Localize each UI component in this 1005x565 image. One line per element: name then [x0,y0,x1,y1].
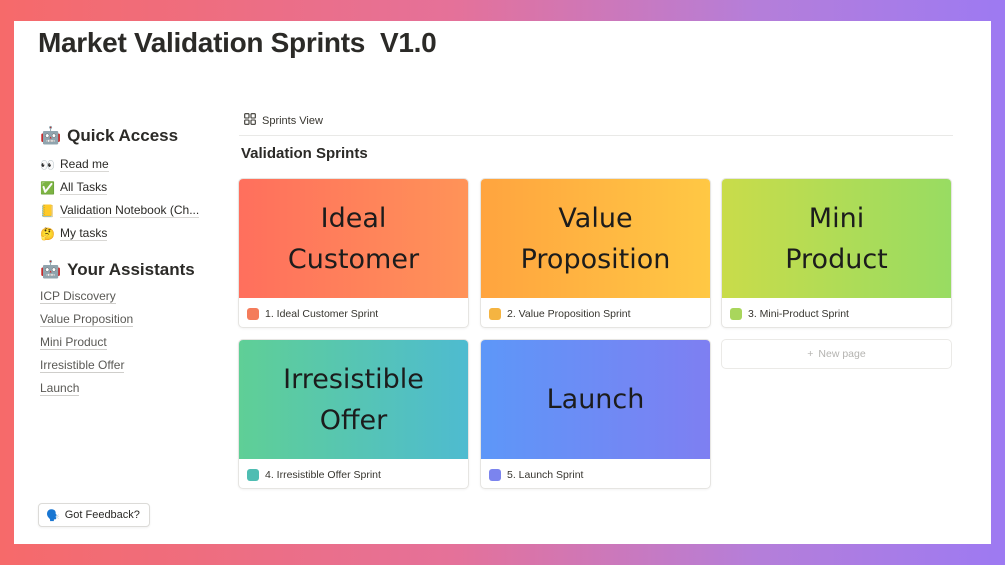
speaking-head-icon: 🗣️ [46,509,60,522]
card-cover: Mini Product [722,179,951,298]
grid-icon [244,113,256,128]
quick-access-item-read-me[interactable]: 👀 Read me [40,153,220,176]
cover-text-line1: Launch [546,384,645,415]
assistant-link-label[interactable]: Launch [40,381,80,396]
card-cover: Irresistible Offer [239,340,468,459]
quick-access-item-validation-notebook[interactable]: 📒 Validation Notebook (Ch... [40,199,220,222]
page-icon [247,468,259,481]
card-footer: 1. Ideal Customer Sprint [239,298,468,327]
page-icon [730,307,742,320]
tab-label: Sprints View [262,114,323,127]
quick-access-label: Quick Access [67,126,179,145]
assistant-link-launch[interactable]: Launch [40,377,220,400]
card-title: 4. Irresistible Offer Sprint [265,468,381,481]
thinking-face-icon: 🤔 [40,226,55,241]
assistant-link-label[interactable]: ICP Discovery [40,289,116,304]
new-page-label: New page [818,348,866,360]
page-icon [247,307,259,320]
card-cover: Value Proposition [481,179,710,298]
card-title: 5. Launch Sprint [507,468,584,481]
quick-access-item-label[interactable]: My tasks [60,226,108,241]
assistant-link-icp-discovery[interactable]: ICP Discovery [40,285,220,308]
card-title: 2. Value Proposition Sprint [507,307,631,320]
robot-icon: 🤖 [40,126,62,145]
card-footer: 4. Irresistible Offer Sprint [239,459,468,488]
check-mark-icon: ✅ [40,180,55,195]
quick-access-item-label[interactable]: All Tasks [60,180,108,195]
gallery-card-mini-product[interactable]: Mini Product 3. Mini-Product Sprint [721,178,952,328]
notebook-icon: 📒 [40,203,55,218]
card-footer: 3. Mini-Product Sprint [722,298,951,327]
assistant-link-irresistible-offer[interactable]: Irresistible Offer [40,354,220,377]
feedback-button[interactable]: 🗣️ Got Feedback? [38,503,150,527]
divider [239,135,953,136]
card-cover: Launch [481,340,710,459]
plus-icon: + [807,348,814,360]
assistants-heading: 🤖 Your Assistants [40,259,220,281]
cover-text-line2: Product [785,243,888,275]
page-icon [489,307,501,320]
quick-access-item-my-tasks[interactable]: 🤔 My tasks [40,222,220,245]
cover-text-line2: Customer [287,243,420,275]
card-footer: 5. Launch Sprint [481,459,710,488]
card-title: 3. Mini-Product Sprint [748,307,849,320]
cover-text-line1: Value [558,202,633,234]
notion-page: Market Validation Sprints V1.0 🤖 Quick A… [14,21,991,544]
assistant-link-label[interactable]: Irresistible Offer [40,358,125,373]
gallery-card-ideal-customer[interactable]: Ideal Customer 1. Ideal Customer Sprint [238,178,469,328]
tab-sprints-view[interactable]: Sprints View [244,113,323,128]
gallery-card-irresistible-offer[interactable]: Irresistible Offer 4. Irresistible Offer … [238,339,469,489]
cover-text-line1: Mini [808,202,865,234]
card-title: 1. Ideal Customer Sprint [265,307,379,320]
assistant-link-value-proposition[interactable]: Value Proposition [40,308,220,331]
cover-text-line2: Proposition [520,243,671,275]
assistants-list: ICP Discovery Value Proposition Mini Pro… [40,285,220,400]
quick-access-heading: 🤖 Quick Access [40,125,220,147]
assistants-label: Your Assistants [67,260,195,279]
gallery-title: Validation Sprints [241,145,368,162]
cover-text-line1: Irresistible [283,363,424,395]
page-title: Market Validation Sprints V1.0 [38,27,437,58]
sidebar: 🤖 Quick Access 👀 Read me ✅ All Tasks 📒 V… [40,125,220,400]
quick-access-item-all-tasks[interactable]: ✅ All Tasks [40,176,220,199]
eyes-icon: 👀 [40,157,55,172]
assistant-link-mini-product[interactable]: Mini Product [40,331,220,354]
card-footer: 2. Value Proposition Sprint [481,298,710,327]
cover-text-line1: Ideal [320,202,387,234]
assistant-link-label[interactable]: Value Proposition [40,312,134,327]
assistant-link-label[interactable]: Mini Product [40,335,107,350]
quick-access-item-label[interactable]: Validation Notebook (Ch... [60,203,200,218]
card-cover: Ideal Customer [239,179,468,298]
feedback-label: Got Feedback? [64,509,140,521]
new-page-button[interactable]: + New page [721,339,952,369]
gallery-card-launch[interactable]: Launch 5. Launch Sprint [480,339,711,489]
quick-access-list: 👀 Read me ✅ All Tasks 📒 Validation Noteb… [40,153,220,245]
cover-text-line2: Offer [319,404,388,436]
page-icon [489,468,501,481]
robot-icon: 🤖 [40,260,62,279]
gallery-card-value-proposition[interactable]: Value Proposition 2. Value Proposition Sp… [480,178,711,328]
quick-access-item-label[interactable]: Read me [60,157,109,172]
